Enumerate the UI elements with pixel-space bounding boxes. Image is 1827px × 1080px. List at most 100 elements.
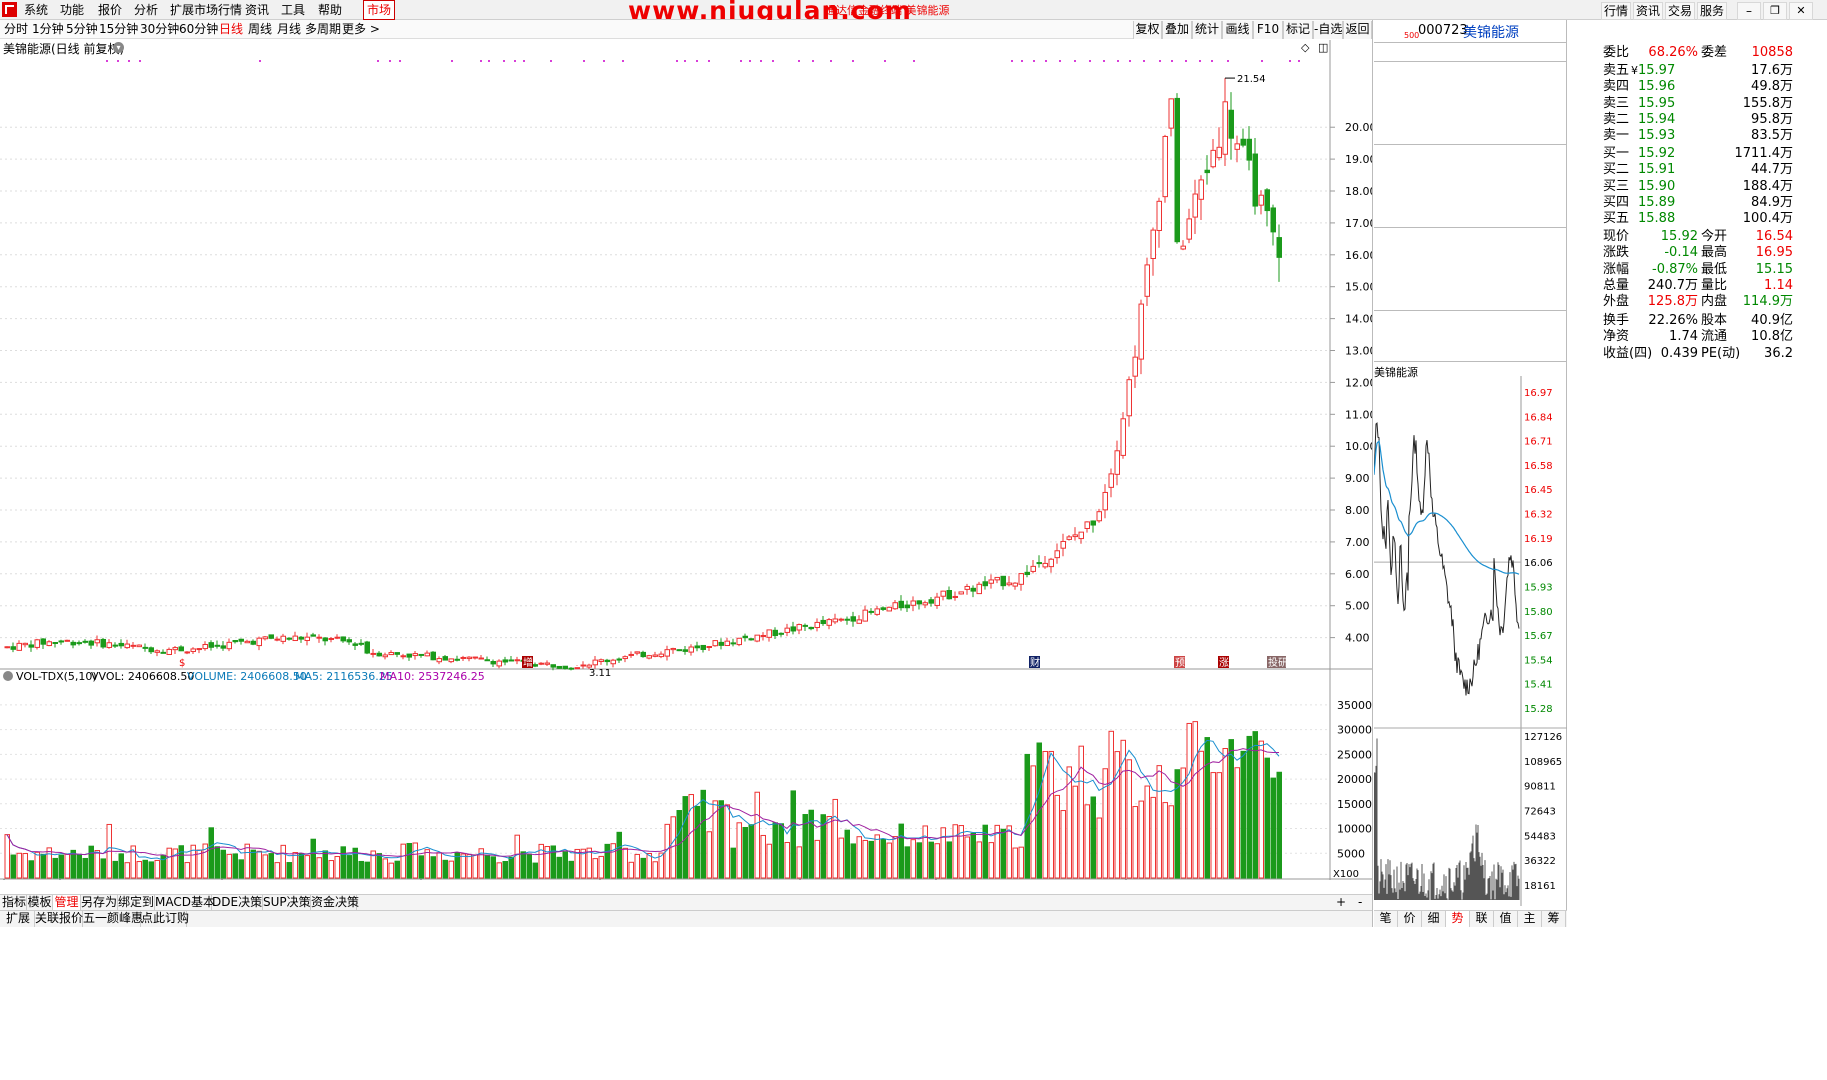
candle-body	[832, 618, 838, 623]
extend-tab-0[interactable]: 扩展	[2, 911, 35, 927]
menu-item[interactable]: 工具	[281, 2, 305, 18]
event-dot	[772, 60, 774, 62]
candle-body	[502, 659, 508, 663]
intraday-mini-chart[interactable]: 16.97 16.84 16.71 16.58 16.45 16.32 16.19 16.06…	[1374, 376, 1567, 906]
toolbar-item-6[interactable]: -自选	[1313, 21, 1343, 39]
period-4[interactable]: 30分钟	[140, 21, 179, 37]
indicator-tab-7[interactable]: SUP决策	[263, 895, 311, 911]
event-marker: 增	[523, 656, 533, 669]
period-0[interactable]: 分时	[4, 21, 28, 37]
menu-item[interactable]: 帮助	[318, 2, 342, 18]
menu-item[interactable]: 扩展市场行情	[170, 2, 242, 18]
price-tick-label: 17.00	[1345, 217, 1372, 230]
volume-bar	[394, 860, 400, 879]
period-10[interactable]: 更多 >	[342, 21, 380, 37]
vol-tick-label: 10000	[1337, 823, 1372, 836]
candle-body	[862, 609, 868, 622]
indicator-tab-1[interactable]: 模板	[27, 895, 53, 911]
close-icon[interactable]: ✕	[1789, 2, 1813, 20]
market-tab[interactable]: 市场	[363, 0, 395, 20]
volume-bar	[232, 853, 238, 879]
toolbar-item-5[interactable]: 标记	[1283, 21, 1313, 39]
volume-bar	[910, 839, 916, 879]
mini-tab-4[interactable]: 联	[1470, 911, 1494, 927]
toolbar-item-1[interactable]: 叠加	[1162, 21, 1192, 39]
mini-tab-7[interactable]: 筹	[1542, 911, 1566, 927]
volume-bar	[1258, 740, 1264, 879]
period-7[interactable]: 周线	[248, 21, 272, 37]
mini-tab-5[interactable]: 值	[1494, 911, 1518, 927]
candle-body	[196, 648, 202, 651]
candle-body	[610, 659, 616, 665]
candle-body	[946, 590, 952, 600]
menu-item[interactable]: 功能	[60, 2, 84, 18]
candle-body	[358, 642, 364, 645]
indicator-tab-3[interactable]: 另存为	[81, 895, 118, 911]
restore-icon[interactable]: ❐	[1763, 2, 1787, 20]
volume-bar	[772, 822, 778, 879]
vol-options-icon[interactable]	[3, 671, 13, 681]
indicator-tab-5[interactable]: MACD基本	[155, 895, 215, 911]
vol-tick-label: 30000	[1337, 724, 1372, 737]
extend-tab-1[interactable]: 关联报价	[35, 911, 83, 927]
hangqing-button[interactable]: 行情	[1601, 2, 1631, 20]
volume-bar	[742, 826, 748, 879]
indicator-tab-4[interactable]: 绑定到	[118, 895, 155, 911]
indicator-tab-8[interactable]: 资金决策	[311, 895, 359, 911]
indicator-tab-0[interactable]: 指标	[2, 895, 27, 911]
remove-indicator-icon[interactable]: -	[1358, 895, 1362, 909]
mini-tab-2[interactable]: 细	[1422, 911, 1446, 927]
period-1[interactable]: 1分钟	[32, 21, 64, 37]
toolbar-item-0[interactable]: 复权	[1133, 21, 1162, 39]
candlestick-chart[interactable]: 20.00 19.00 18.00 17.00 16.00 15.00 14.00 13.00…	[0, 40, 1372, 880]
volume-bar	[136, 861, 142, 879]
candle-body	[76, 642, 82, 645]
volume-bar	[496, 862, 502, 879]
period-6[interactable]: 日线	[219, 21, 243, 37]
volume-bar	[874, 834, 880, 879]
period-9[interactable]: 多周期	[305, 21, 341, 37]
menu-item[interactable]: 资讯	[245, 2, 269, 18]
toolbar-item-7[interactable]: 返回	[1343, 21, 1372, 39]
candle-body	[1072, 534, 1078, 538]
extend-tab-2[interactable]: 五一颜峰惠	[83, 911, 143, 927]
period-3[interactable]: 15分钟	[99, 21, 138, 37]
mini-tab-3[interactable]: 势	[1446, 911, 1470, 927]
candle-body	[1270, 207, 1276, 233]
volume-bar	[28, 860, 34, 879]
candle-body	[592, 659, 598, 666]
mini-vol-label: 72643	[1524, 807, 1556, 818]
menu-item[interactable]: 系统	[24, 2, 48, 18]
menu-item[interactable]: 报价	[98, 2, 122, 18]
mini-tab-1[interactable]: 价	[1398, 911, 1422, 927]
extend-tab-3[interactable]: 点此订购	[141, 911, 189, 927]
menu-item[interactable]: 分析	[134, 2, 158, 18]
volume-bar	[1222, 748, 1228, 879]
volume-bar	[22, 853, 28, 879]
add-indicator-icon[interactable]: +	[1336, 895, 1346, 909]
candle-body	[1048, 558, 1054, 568]
volume-bar	[466, 854, 472, 879]
vol-tick-label: 25000	[1337, 748, 1372, 761]
candle-body	[340, 636, 346, 642]
indicator-tab-6[interactable]: DDE决策	[212, 895, 263, 911]
volume-bar	[592, 858, 598, 879]
candle-body	[136, 644, 142, 648]
toolbar-item-4[interactable]: F10	[1253, 21, 1283, 39]
period-8[interactable]: 月线	[277, 21, 301, 37]
volume-bar	[424, 849, 430, 879]
mini-tab-6[interactable]: 主	[1518, 911, 1542, 927]
candle-body	[100, 638, 106, 648]
mini-vol-label: 108965	[1524, 757, 1562, 768]
high-price-label: 21.54	[1237, 74, 1266, 85]
period-2[interactable]: 5分钟	[66, 21, 98, 37]
toolbar-item-2[interactable]: 统计	[1192, 21, 1222, 39]
indicator-tab-2[interactable]: 管理	[53, 895, 81, 911]
mini-tab-0[interactable]: 笔	[1374, 911, 1398, 927]
jiaoyi-button[interactable]: 交易	[1665, 2, 1695, 20]
minimize-icon[interactable]: –	[1737, 2, 1761, 20]
period-5[interactable]: 60分钟	[179, 21, 218, 37]
zixun-button[interactable]: 资讯	[1633, 2, 1663, 20]
toolbar-item-3[interactable]: 画线	[1222, 21, 1253, 39]
fuwu-button[interactable]: 服务	[1697, 2, 1727, 20]
